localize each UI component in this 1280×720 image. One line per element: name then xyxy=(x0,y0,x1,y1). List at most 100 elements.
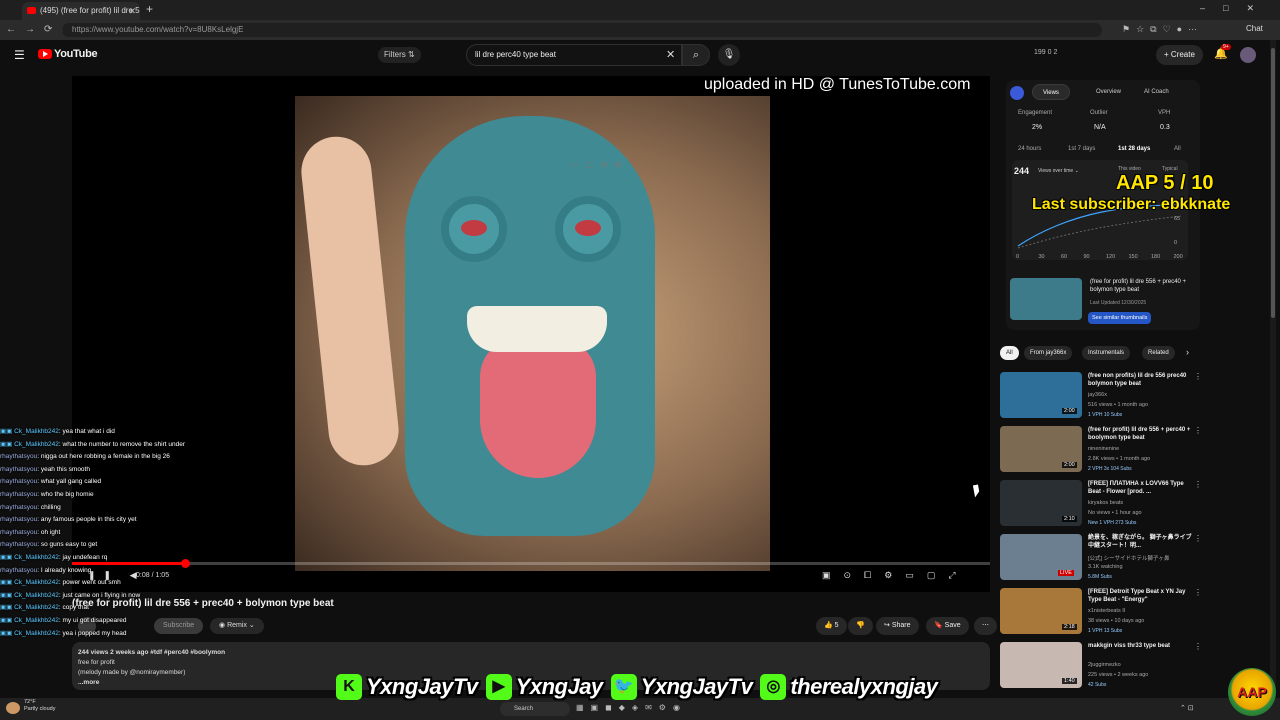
chat-username: Ck_Malikhb242 xyxy=(14,591,59,599)
right-pupil-shape xyxy=(575,220,601,236)
channel-name[interactable]: jay366x xyxy=(1088,392,1107,398)
share-label: Share xyxy=(891,622,911,629)
stat-label: VPH xyxy=(1158,110,1171,116)
chip-all[interactable]: All xyxy=(1000,346,1019,360)
close-tab-icon[interactable]: ✕ xyxy=(128,2,136,20)
duration-badge: LIVE xyxy=(1058,570,1074,576)
channel-name[interactable]: [公式] シーサイドホテル獅子ヶ鼻 xyxy=(1088,554,1169,562)
chip-related[interactable]: Related xyxy=(1142,346,1175,360)
right-player-controls[interactable]: ▣⊙⧠⚙▭▢⤢ xyxy=(822,570,969,581)
address-bar-row: ←→⟳⌂ https://www.youtube.com/watch?v=8U8… xyxy=(0,20,1280,40)
chat-text: : any famous people in this city yet xyxy=(37,516,137,524)
extension-badge: 2 VPH 3x 104 Subs xyxy=(1088,466,1132,472)
channel-name[interactable]: x1nisterbeats II xyxy=(1088,608,1125,614)
tab-overview[interactable]: Overview xyxy=(1086,84,1131,100)
more-vert-icon[interactable]: ⋮ xyxy=(1194,426,1202,435)
microphone-icon[interactable]: 🎙 xyxy=(718,44,740,66)
video-meta: 225 views • 2 weeks ago xyxy=(1088,672,1149,678)
clear-search-icon[interactable]: ✕ xyxy=(666,48,675,61)
recommended-video[interactable]: 2:10 [FREE] ПЛАТИНА x LOVV66 Type Beat - … xyxy=(1000,480,1202,532)
search-input[interactable]: lil dre perc40 type beat xyxy=(466,44,682,66)
more-actions-button[interactable]: ⋯ xyxy=(974,617,997,635)
filters-button[interactable]: Filters ⇅ xyxy=(378,47,421,63)
chat-username: Ck_Malikhb242 xyxy=(14,553,59,561)
chevron-right-icon[interactable]: › xyxy=(1186,347,1189,357)
recommended-video[interactable]: 2:00 (free non profits) lil dre 556 prec4… xyxy=(1000,372,1202,424)
video-title[interactable]: (free non profits) lil dre 556 prec40 bo… xyxy=(1088,372,1192,388)
avatar[interactable] xyxy=(1240,47,1256,63)
chat-message: ▣▣ Ck_Malikhb242: jay undefean rq xyxy=(0,552,230,565)
extension-thumbnail[interactable] xyxy=(1010,278,1082,320)
chat-text: : jay undefean rq xyxy=(58,553,108,561)
range-28d[interactable]: 1st 28 days xyxy=(1118,146,1150,152)
tab-views[interactable]: Views xyxy=(1032,84,1070,100)
more-vert-icon[interactable]: ⋮ xyxy=(1194,588,1202,597)
search-icon[interactable]: ⌕ xyxy=(682,44,710,66)
chat-username: rhaythatsyou xyxy=(0,528,38,536)
youtube-logo-text[interactable]: YouTube xyxy=(54,48,98,60)
see-similar-button[interactable]: See similar thumbnails xyxy=(1088,312,1152,324)
hand-shape xyxy=(297,133,403,469)
browser-tab[interactable]: (495) (free for profit) lil dre 556 ✕ xyxy=(22,2,140,20)
extension-stats: 199 0 2 xyxy=(1034,49,1058,56)
range-all[interactable]: All xyxy=(1174,146,1181,152)
channel-name[interactable]: nineninenine xyxy=(1088,446,1119,452)
recommended-video[interactable]: LIVE 絶景を、稼ぎながら。 獅子ヶ鼻ライブ中継スタート！明... [公式] シー… xyxy=(1000,534,1202,586)
system-tray[interactable]: ⌃ ⊡ xyxy=(1180,704,1194,712)
video-title[interactable]: [FREE] ПЛАТИНА x LOVV66 Type Beat - Flow… xyxy=(1088,480,1192,496)
dislike-button[interactable]: 👎 xyxy=(848,617,873,635)
scrollbar-thumb[interactable] xyxy=(1271,48,1275,318)
remix-label: Remix xyxy=(227,622,247,629)
chat-text: : I already knowing xyxy=(37,566,92,574)
chat-message: ▣▣ Ck_Malikhb242: yea i popped my head xyxy=(0,628,230,641)
more-vert-icon[interactable]: ⋮ xyxy=(1194,642,1202,651)
video-title[interactable]: (free for profit) lil dre 556 + perc40 +… xyxy=(1088,426,1192,442)
tab-ai-coach[interactable]: AI Coach xyxy=(1134,84,1179,100)
new-tab-button[interactable]: + xyxy=(146,2,153,16)
chat-text: : power went out smh xyxy=(58,579,121,587)
extension-logo-icon xyxy=(1010,86,1024,100)
range-24h[interactable]: 24 hours xyxy=(1018,146,1041,152)
video-title[interactable]: [FREE] Detroit Type Beat x YN Jay Type B… xyxy=(1088,588,1192,604)
like-button[interactable]: 👍 5 xyxy=(816,617,847,635)
more-vert-icon[interactable]: ⋮ xyxy=(1194,534,1202,543)
save-button[interactable]: 🔖 Save xyxy=(926,617,969,635)
right-eye-shape xyxy=(555,196,621,262)
weather-desc: Partly cloudy xyxy=(24,706,56,712)
recommended-video[interactable]: 2:18 [FREE] Detroit Type Beat x YN Jay Ty… xyxy=(1000,588,1202,640)
channel-name[interactable]: kiryakos beats xyxy=(1088,500,1123,506)
url-field[interactable]: https://www.youtube.com/watch?v=8U8KsLel… xyxy=(62,23,1102,37)
chip-from-channel[interactable]: From jay366x xyxy=(1024,346,1073,360)
more-vert-icon[interactable]: ⋮ xyxy=(1194,480,1202,489)
window-controls[interactable]: –□✕ xyxy=(1200,3,1272,14)
chip-instrumentals[interactable]: Instrumentals xyxy=(1082,346,1131,360)
chat-badge-icon: ▣▣ xyxy=(0,591,15,599)
create-button[interactable]: + Create xyxy=(1156,45,1203,65)
instagram-icon: ◎ xyxy=(760,674,787,700)
chat-message: rhaythatsyou: oh ight xyxy=(0,527,230,540)
extension-badge: 1 VPH 13 Subs xyxy=(1088,628,1123,634)
menu-icon[interactable]: ☰ xyxy=(14,48,25,62)
tongue-shape xyxy=(480,338,596,478)
chat-username: Ck_Malikhb242 xyxy=(14,579,59,587)
range-7d[interactable]: 1st 7 days xyxy=(1068,146,1095,152)
more-vert-icon[interactable]: ⋮ xyxy=(1194,372,1202,381)
browser-extension-icons[interactable]: ⚑☆⧉♡●⋯ xyxy=(1122,24,1203,35)
recommended-video[interactable]: 1:40 makkgin viss thr33 type beat 2juggirm… xyxy=(1000,642,1202,694)
weather-widget[interactable]: 72°F Partly cloudy xyxy=(24,699,56,713)
video-title[interactable]: makkgin viss thr33 type beat xyxy=(1088,642,1192,650)
social-handle: therealyxngjay xyxy=(790,674,938,699)
youtube-favicon-icon xyxy=(27,7,36,14)
chat-message: rhaythatsyou: yeah this smooth xyxy=(0,464,230,477)
image-tool-icons[interactable]: ▭▢⧉⊞ xyxy=(570,160,630,170)
social-handles-overlay: K YxngJayTv ▶ YxngJay 🐦 YxngJayTv ◎ therealyxng… xyxy=(336,674,945,706)
chart-label-text: Views over time xyxy=(1038,168,1074,174)
video-title[interactable]: 絶景を、稼ぎながら。 獅子ヶ鼻ライブ中継スタート！明... xyxy=(1088,534,1192,550)
chat-text: : so guns easy to get xyxy=(37,541,98,549)
recommended-video[interactable]: 2:00 (free for profit) lil dre 556 + perc… xyxy=(1000,426,1202,478)
chart-label[interactable]: Views over time ⌄ xyxy=(1038,168,1079,174)
youtube-logo-icon[interactable] xyxy=(38,49,52,59)
share-button[interactable]: ↪ Share xyxy=(876,617,919,635)
chat-button[interactable]: Chat xyxy=(1246,24,1263,33)
channel-name[interactable]: 2juggirmezko xyxy=(1088,662,1121,668)
